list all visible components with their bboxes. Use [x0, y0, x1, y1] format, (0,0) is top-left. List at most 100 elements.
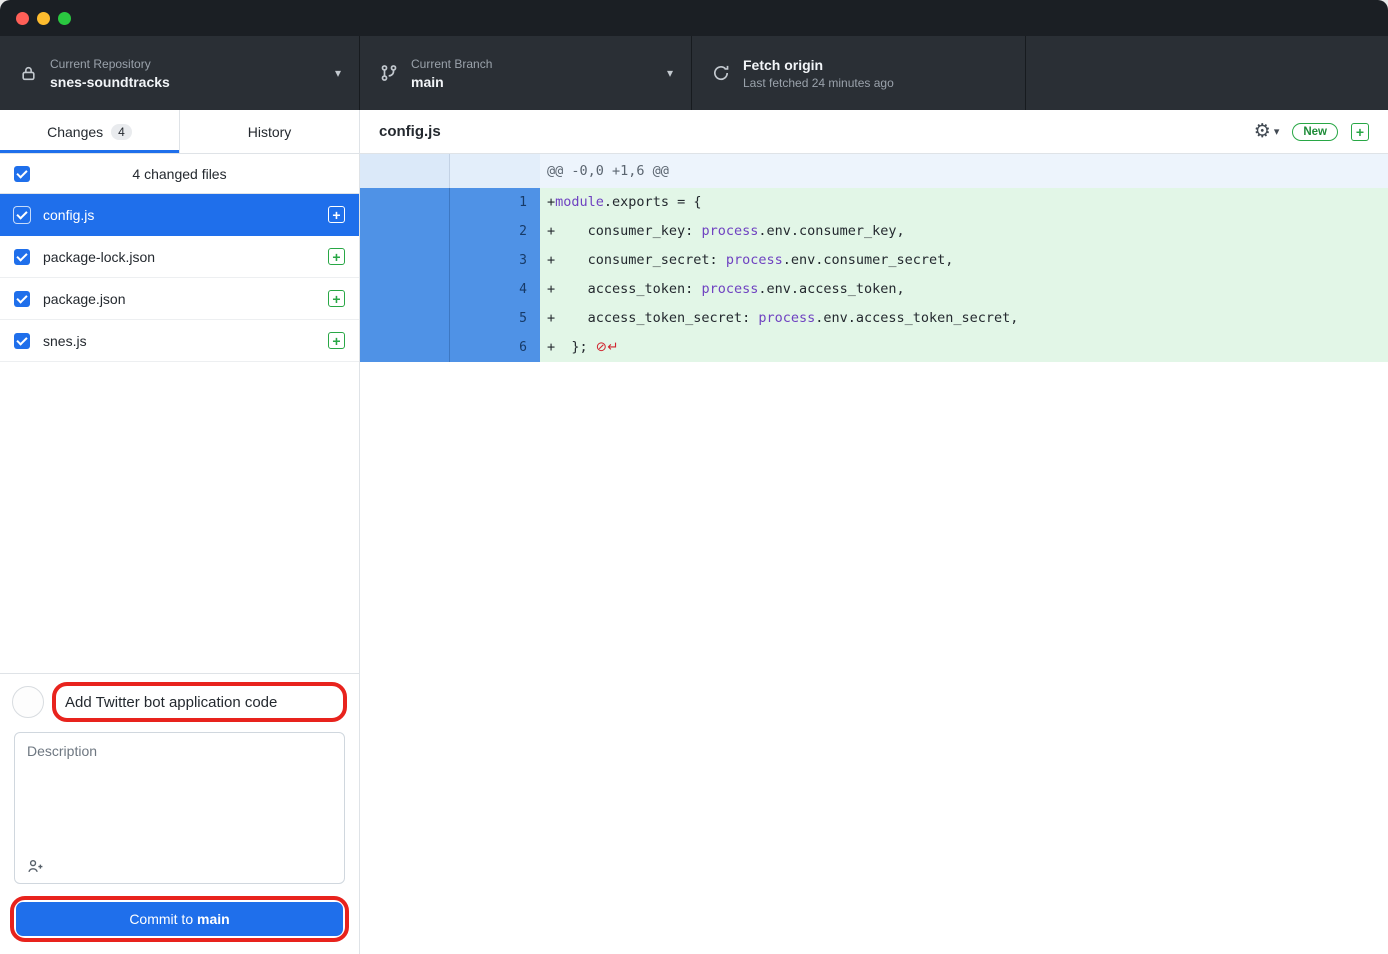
add-icon[interactable]	[1351, 123, 1369, 141]
line-number: 2	[450, 217, 540, 246]
file-row-package-lock-json[interactable]: package-lock.json	[0, 236, 359, 278]
diff-line-code: + access_token: process.env.access_token…	[540, 275, 1388, 304]
diff-line-code: + access_token_secret: process.env.acces…	[540, 304, 1388, 333]
file-checkbox[interactable]	[14, 249, 30, 265]
code-keyword: process	[726, 252, 783, 268]
minimize-window-button[interactable]	[37, 12, 50, 25]
file-name: config.js	[43, 207, 315, 223]
commit-summary-input[interactable]	[57, 687, 342, 717]
commit-description-input[interactable]	[15, 733, 344, 849]
changed-files-count-label: 4 changed files	[132, 166, 226, 182]
file-name: package-lock.json	[43, 249, 315, 265]
diff-line-gutter[interactable]: 3	[360, 246, 540, 275]
code-text: + consumer_key:	[547, 223, 701, 239]
diff-line-gutter[interactable]: 4	[360, 275, 540, 304]
line-number: 3	[450, 246, 540, 275]
tab-history-label: History	[248, 124, 292, 140]
diff-line-code: + }; ⊘↵	[540, 333, 1388, 362]
toolbar: Current Repository snes-soundtracks ▾ Cu…	[0, 36, 1388, 110]
fetch-origin-label: Fetch origin	[743, 57, 894, 73]
current-branch-label: Current Branch	[411, 57, 492, 71]
tab-changes-label: Changes	[47, 124, 103, 140]
commit-panel: Commit to main	[0, 673, 359, 954]
current-repository-selector[interactable]: Current Repository snes-soundtracks ▾	[0, 36, 360, 110]
gear-icon: ⚙	[1254, 122, 1271, 141]
current-branch-selector[interactable]: Current Branch main ▾	[360, 36, 692, 110]
code-text: +	[547, 194, 555, 210]
traffic-lights	[16, 12, 71, 25]
line-number: 1	[450, 188, 540, 217]
code-text: + };	[547, 339, 596, 355]
no-newline-eof-icon: ⊘↵	[596, 339, 619, 355]
sidebar-tabs: Changes 4 History	[0, 110, 359, 154]
fetch-origin-button[interactable]: Fetch origin Last fetched 24 minutes ago	[692, 36, 1026, 110]
diff-header: config.js ⚙ ▾ New	[360, 110, 1388, 154]
changed-files-header: 4 changed files	[0, 154, 359, 194]
zoom-window-button[interactable]	[58, 12, 71, 25]
code-keyword: process	[701, 223, 758, 239]
chevron-down-icon: ▾	[667, 66, 673, 80]
commit-button[interactable]: Commit to main	[16, 902, 343, 936]
diff-line-gutter[interactable]: 6	[360, 333, 540, 362]
code-text: .exports = {	[604, 194, 702, 210]
file-row-snes-js[interactable]: snes.js	[0, 320, 359, 362]
diff-hunk-gutter	[360, 154, 540, 188]
changes-sidebar: Changes 4 History 4 changed files config…	[0, 110, 360, 954]
changes-count-badge: 4	[111, 124, 132, 140]
diff-line-5: 5 + access_token_secret: process.env.acc…	[360, 304, 1388, 333]
line-number: 4	[450, 275, 540, 304]
diff-actions: ⚙ ▾ New	[1254, 122, 1369, 141]
current-branch-name: main	[411, 74, 492, 90]
annotation-highlight-commit-button: Commit to main	[10, 896, 349, 942]
diff-line-6: 6 + }; ⊘↵	[360, 333, 1388, 362]
tab-history[interactable]: History	[179, 110, 359, 153]
titlebar	[0, 0, 1388, 36]
diff-line-1: 1 +module.exports = {	[360, 188, 1388, 217]
current-repository-name: snes-soundtracks	[50, 74, 170, 90]
diff-file-name: config.js	[379, 123, 441, 140]
add-coauthor-icon[interactable]	[27, 858, 44, 875]
diff-line-gutter[interactable]: 2	[360, 217, 540, 246]
file-checkbox[interactable]	[14, 291, 30, 307]
diff-line-code: + consumer_secret: process.env.consumer_…	[540, 246, 1388, 275]
diff-options-button[interactable]: ⚙ ▾	[1254, 122, 1280, 141]
code-keyword: module	[555, 194, 604, 210]
line-number: 6	[450, 333, 540, 362]
file-checkbox[interactable]	[14, 207, 30, 223]
diff-line-gutter[interactable]: 1	[360, 188, 540, 217]
code-text: .env.access_token_secret,	[815, 310, 1018, 326]
avatar	[12, 686, 44, 718]
commit-description-box[interactable]	[14, 732, 345, 884]
content-area: Changes 4 History 4 changed files config…	[0, 110, 1388, 954]
select-all-checkbox[interactable]	[14, 166, 30, 182]
file-added-icon	[328, 290, 345, 307]
code-text: + consumer_secret:	[547, 252, 726, 268]
diff-line-code: + consumer_key: process.env.consumer_key…	[540, 217, 1388, 246]
code-keyword: process	[701, 281, 758, 297]
file-added-icon	[328, 248, 345, 265]
file-added-icon	[328, 206, 345, 223]
commit-button-label: Commit to	[129, 911, 197, 927]
lock-icon	[20, 65, 37, 82]
file-row-config-js[interactable]: config.js	[0, 194, 359, 236]
chevron-down-icon: ▾	[335, 66, 341, 80]
code-text: + access_token:	[547, 281, 701, 297]
file-row-package-json[interactable]: package.json	[0, 278, 359, 320]
tab-changes[interactable]: Changes 4	[0, 110, 179, 153]
sync-icon	[712, 64, 730, 82]
diff-line-3: 3 + consumer_secret: process.env.consume…	[360, 246, 1388, 275]
close-window-button[interactable]	[16, 12, 29, 25]
commit-summary-row	[10, 682, 349, 722]
diff-line-gutter[interactable]: 5	[360, 304, 540, 333]
annotation-highlight-summary	[52, 682, 347, 722]
diff-hunk-text: @@ -0,0 +1,6 @@	[540, 154, 1388, 188]
code-keyword: process	[758, 310, 815, 326]
diff-line-2: 2 + consumer_key: process.env.consumer_k…	[360, 217, 1388, 246]
app-window: Current Repository snes-soundtracks ▾ Cu…	[0, 0, 1388, 954]
diff-body: @@ -0,0 +1,6 @@ 1 +module.exports = { 2 …	[360, 154, 1388, 954]
chevron-down-icon: ▾	[1274, 125, 1280, 138]
file-checkbox[interactable]	[14, 333, 30, 349]
code-text: .env.consumer_secret,	[783, 252, 954, 268]
diff-line-4: 4 + access_token: process.env.access_tok…	[360, 275, 1388, 304]
file-name: package.json	[43, 291, 315, 307]
